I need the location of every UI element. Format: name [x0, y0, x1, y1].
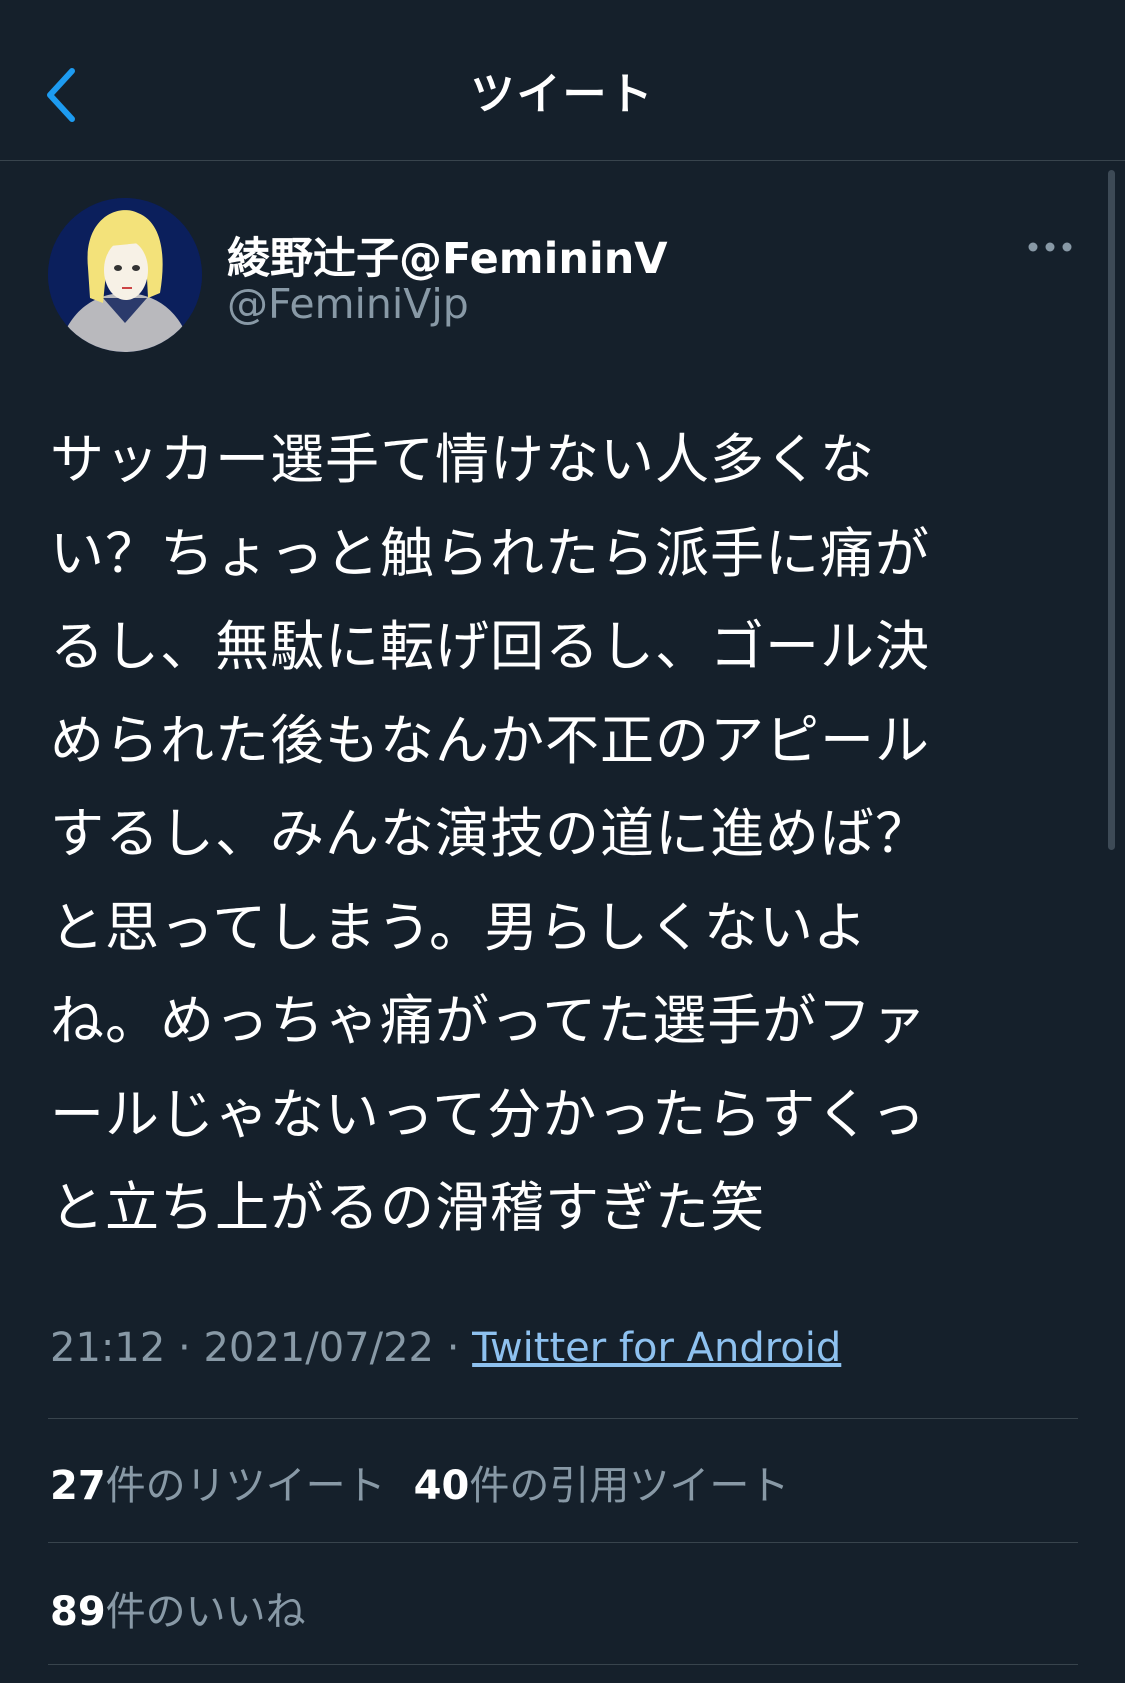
tweet-text-line: サッカー選手て情けない人多くな — [50, 428, 875, 491]
page-title: ツイート — [470, 69, 655, 120]
meta-separator: · — [165, 1325, 204, 1371]
retweets-count: 27 — [50, 1463, 106, 1509]
likes-label: 件のいいね — [105, 1589, 306, 1635]
meta-separator: · — [433, 1325, 473, 1371]
likes-stat[interactable]: 89件のいいね — [50, 1589, 306, 1635]
tweet-text-line: するし、みんな演技の道に進めば？ — [50, 802, 930, 865]
tweet-text-line: と思ってしまう。男らしくないよ — [50, 895, 868, 959]
tweet-date: 2021/07/22 — [203, 1325, 434, 1371]
tweet-time: 21:12 — [50, 1325, 166, 1371]
divider — [48, 1664, 1078, 1665]
likes-stats-row: 89件のいいね — [50, 1579, 334, 1637]
avatar[interactable] — [48, 198, 202, 352]
tweet-text-line: められた後もなんか不正のアピール — [50, 708, 930, 772]
more-options-button[interactable] — [1020, 232, 1080, 262]
tweet-meta: 21:12 · 2021/07/22 · Twitter for Android — [50, 1325, 841, 1371]
tweet-text-line: ールじゃないって分かったらすくっ — [50, 1082, 927, 1146]
quotes-count: 40 — [413, 1463, 470, 1509]
tweet-source-link[interactable]: Twitter for Android — [472, 1325, 841, 1371]
retweet-stats-row: 27件のリツイート 40件の引用ツイート — [50, 1453, 817, 1511]
retweets-stat[interactable]: 27件のリツイート — [50, 1463, 386, 1509]
tweet-text-line: い？ちょっと触られたら派手に痛が — [50, 521, 930, 585]
tweet-text: サッカー選手て情けない人多くな い？ちょっと触られたら派手に痛が るし、無駄に転… — [50, 413, 1050, 1255]
divider — [48, 1418, 1078, 1419]
tweet-text-line: と立ち上がるの滑稽すぎた笑 — [50, 1176, 765, 1239]
avatar-illustration-icon — [48, 198, 202, 352]
top-bar: ツイート — [0, 0, 1125, 161]
quote-tweets-stat[interactable]: 40件の引用ツイート — [414, 1463, 790, 1509]
author-display-name[interactable]: 綾野辻子@FemininV — [227, 224, 668, 286]
tweet-text-line: ね。めっちゃ痛がってた選手がファ — [50, 989, 928, 1052]
likes-count: 89 — [50, 1589, 106, 1635]
quotes-label: 件の引用ツイート — [469, 1463, 790, 1509]
retweets-label: 件のリツイート — [105, 1463, 386, 1509]
scrollbar[interactable] — [1108, 170, 1115, 850]
more-horizontal-icon — [1028, 242, 1072, 252]
divider — [48, 1542, 1078, 1543]
author-handle[interactable]: @FeminiVjp — [227, 280, 469, 328]
tweet-text-line: るし、無駄に転げ回るし、ゴール決 — [50, 615, 930, 678]
